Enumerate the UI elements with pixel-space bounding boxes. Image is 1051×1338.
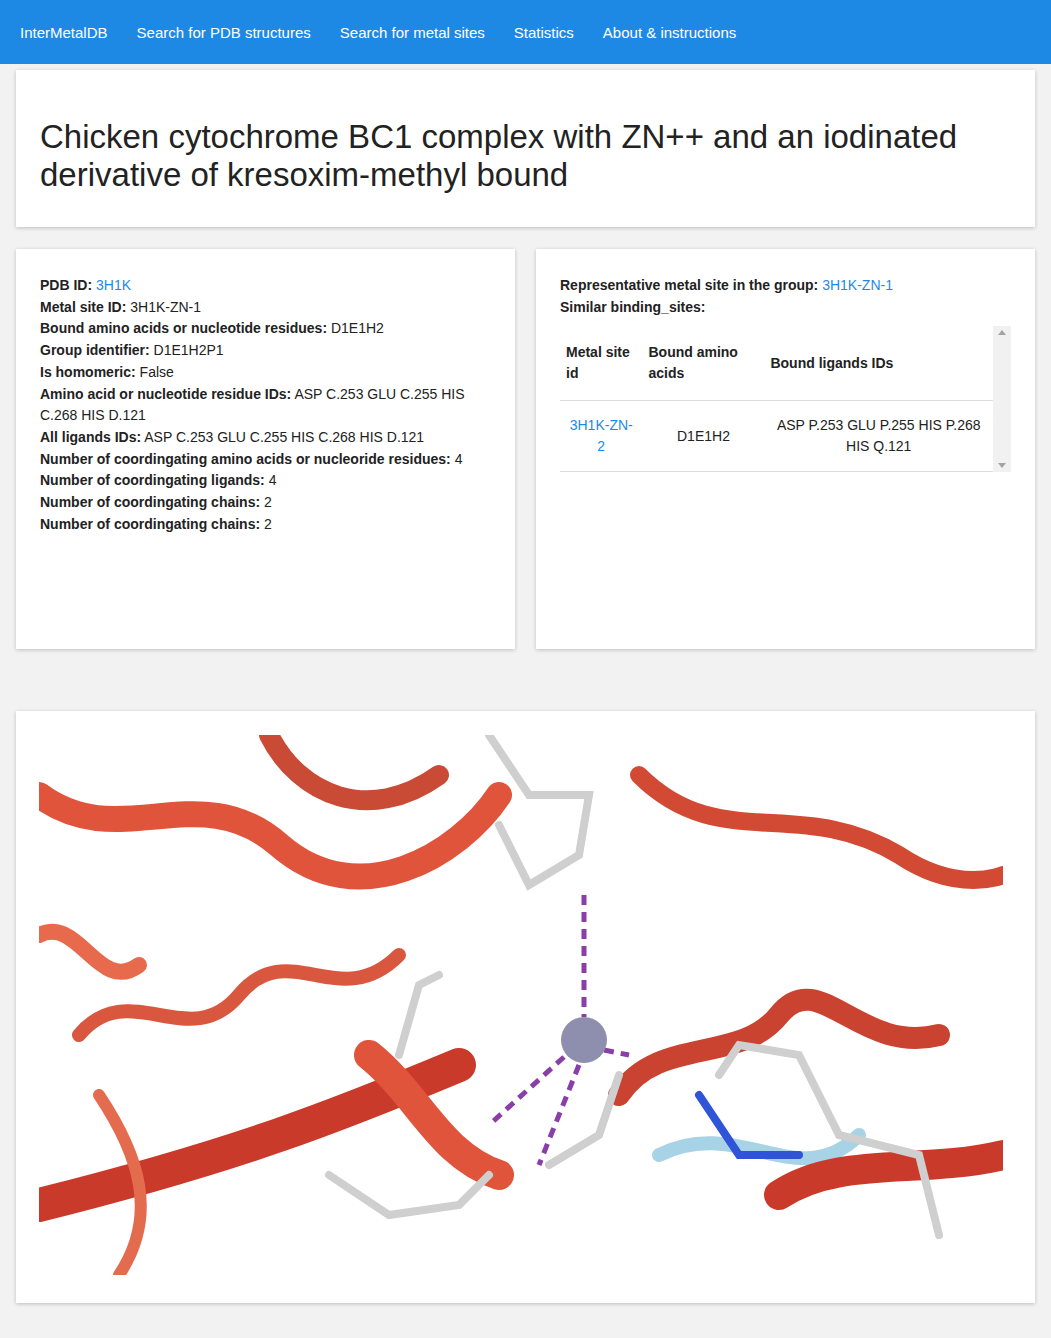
nav-link[interactable]: Search for PDB structures: [137, 24, 311, 41]
detail-value: 4: [269, 472, 277, 488]
details-card: PDB ID: 3H1KMetal site ID: 3H1K-ZN-1Boun…: [16, 249, 515, 649]
detail-link[interactable]: 3H1K: [96, 277, 131, 293]
site-link[interactable]: 3H1K-ZN-2: [570, 417, 633, 454]
detail-value: D1E1H2P1: [154, 342, 224, 358]
similar-table: Metal site idBound amino acidsBound liga…: [560, 326, 993, 472]
detail-value: 2: [264, 494, 272, 510]
detail-label: PDB ID:: [40, 277, 92, 293]
detail-label: Is homomeric:: [40, 364, 136, 380]
nav-link[interactable]: Search for metal sites: [340, 24, 485, 41]
detail-line: Number of coordingating ligands: 4: [40, 470, 491, 492]
detail-label: All ligands IDs:: [40, 429, 141, 445]
detail-label: Number of coordingating chains:: [40, 494, 260, 510]
brand-link[interactable]: InterMetalDB: [20, 24, 108, 41]
coordination-bonds: [489, 895, 629, 1165]
info-row: PDB ID: 3H1KMetal site ID: 3H1K-ZN-1Boun…: [16, 249, 1035, 649]
group-link[interactable]: 3H1K-ZN-1: [822, 277, 893, 293]
group-label: Representative metal site in the group:: [560, 277, 818, 293]
detail-value: D1E1H2: [331, 320, 384, 336]
similar-line: Similar binding_sites:: [560, 297, 1011, 319]
navbar: InterMetalDB Search for PDB structures Sea…: [0, 0, 1051, 64]
detail-value: 2: [264, 516, 272, 532]
detail-label: Group identifier:: [40, 342, 150, 358]
zinc-ion-icon: [561, 1017, 607, 1063]
title-card: Chicken cytochrome BC1 complex with ZN++…: [16, 70, 1035, 227]
detail-label: Metal site ID:: [40, 299, 126, 315]
detail-line: Group identifier: D1E1H2P1: [40, 340, 491, 362]
detail-line: Bound amino acids or nucleotide residues…: [40, 318, 491, 340]
detail-line: All ligands IDs: ASP C.253 GLU C.255 HIS…: [40, 427, 491, 449]
detail-line: Number of coordingating chains: 2: [40, 492, 491, 514]
detail-value: 3H1K-ZN-1: [130, 299, 201, 315]
amino-cell: D1E1H2: [642, 401, 764, 472]
detail-label: Bound amino acids or nucleotide residues…: [40, 320, 327, 336]
detail-label: Number of coordingating chains:: [40, 516, 260, 532]
scroll-up-icon[interactable]: [998, 330, 1006, 335]
detail-line: Is homomeric: False: [40, 362, 491, 384]
detail-value: 4: [455, 451, 463, 467]
group-line: Representative metal site in the group: …: [560, 275, 1011, 297]
table-header: Metal site id: [560, 326, 642, 401]
ligands-cell: ASP P.253 GLU P.255 HIS P.268 HIS Q.121: [764, 401, 993, 472]
ribbons: [39, 735, 1003, 1275]
detail-value: ASP C.253 GLU C.255 HIS C.268 HIS D.121: [144, 429, 424, 445]
structure-image[interactable]: [39, 735, 1003, 1275]
detail-line: Number of coordingating chains: 2: [40, 514, 491, 536]
main: Chicken cytochrome BC1 complex with ZN++…: [0, 64, 1051, 1338]
detail-line: PDB ID: 3H1K: [40, 275, 491, 297]
page-title: Chicken cytochrome BC1 complex with ZN++…: [40, 118, 1011, 194]
nav-link[interactable]: Statistics: [514, 24, 574, 41]
detail-value: False: [140, 364, 174, 380]
similar-table-wrap: Metal site idBound amino acidsBound liga…: [560, 326, 1011, 472]
detail-line: Amino acid or nucleotide residue IDs: AS…: [40, 384, 491, 427]
nav-link[interactable]: About & instructions: [603, 24, 736, 41]
similar-label: Similar binding_sites:: [560, 299, 705, 315]
table-row: 3H1K-ZN-2D1E1H2ASP P.253 GLU P.255 HIS P…: [560, 401, 993, 472]
table-header: Bound amino acids: [642, 326, 764, 401]
site-cell: 3H1K-ZN-2: [560, 401, 642, 472]
detail-label: Number of coordingating ligands:: [40, 472, 265, 488]
structure-card: [16, 711, 1035, 1303]
residues: [329, 735, 939, 1235]
group-card: Representative metal site in the group: …: [536, 249, 1035, 649]
detail-line: Number of coordingating amino acids or n…: [40, 449, 491, 471]
detail-label: Number of coordingating amino acids or n…: [40, 451, 451, 467]
scrollbar[interactable]: [993, 326, 1011, 472]
scroll-down-icon[interactable]: [998, 463, 1006, 468]
table-header-row: Metal site idBound amino acidsBound liga…: [560, 326, 993, 401]
detail-line: Metal site ID: 3H1K-ZN-1: [40, 297, 491, 319]
table-header: Bound ligands IDs: [764, 326, 993, 401]
detail-label: Amino acid or nucleotide residue IDs:: [40, 386, 291, 402]
